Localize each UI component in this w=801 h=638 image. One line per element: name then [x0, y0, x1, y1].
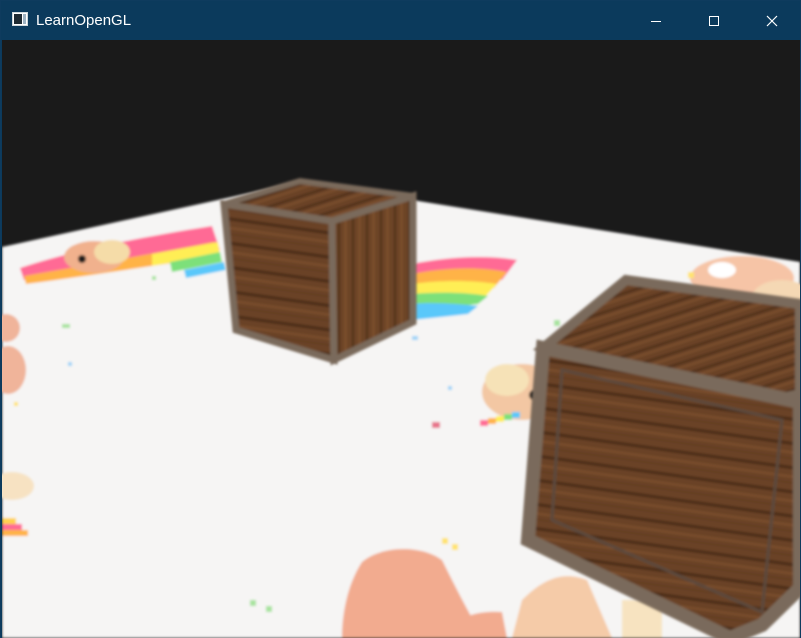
minimize-button[interactable] [627, 1, 685, 40]
app-icon [12, 12, 28, 26]
opengl-viewport[interactable] [2, 40, 800, 638]
close-icon [766, 15, 778, 27]
minimize-icon [650, 15, 662, 27]
close-button[interactable] [743, 1, 801, 40]
title-bar[interactable]: LearnOpenGL [1, 1, 800, 40]
maximize-icon [708, 15, 720, 27]
maximize-button[interactable] [685, 1, 743, 40]
wooden-crate-back [220, 177, 417, 366]
window-title: LearnOpenGL [36, 12, 132, 29]
app-window: LearnOpenGL [0, 0, 801, 638]
